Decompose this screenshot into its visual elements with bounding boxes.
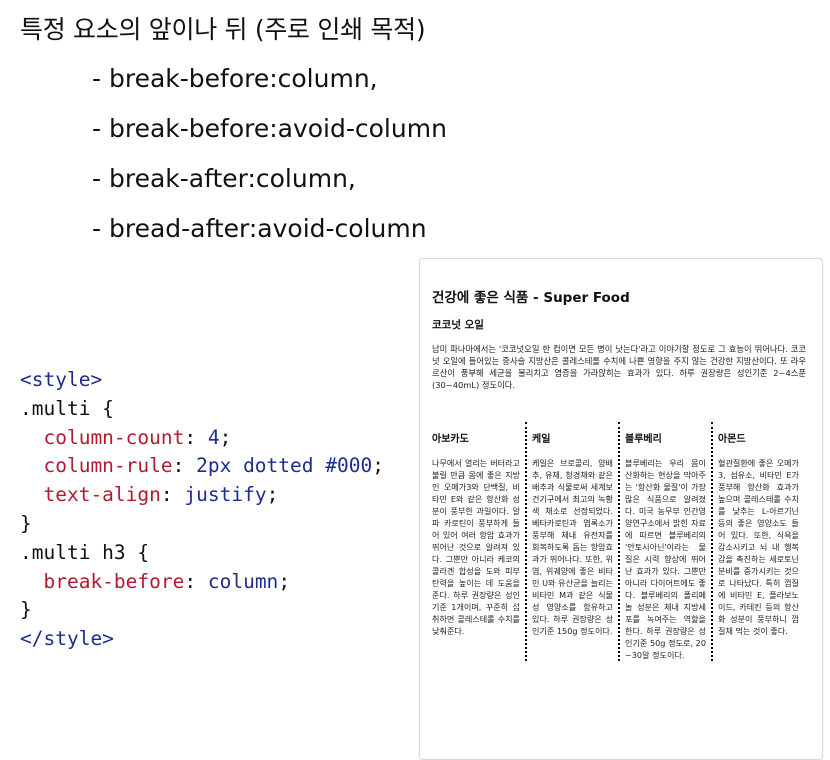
css-code-block: <style> .multi { column-count: 4; column… bbox=[20, 368, 384, 651]
demo-section-title: 코코넛 오일 bbox=[432, 319, 484, 331]
multi-h3-selector: .multi h3 { bbox=[20, 540, 150, 564]
column-text: 블루베리는 우리 몸이 산화하는 현상을 막아주는 '항산화 물질'이 가장 많… bbox=[625, 458, 706, 660]
browser-preview-panel: 건강에 좋은 식품 - Super Food 코코넛 오일 남미 파나마에서는 … bbox=[419, 258, 823, 760]
column-text: 케일은 브로콜리, 양배추, 유채, 청경채와 같은 배추과 식물로써 세계보건… bbox=[532, 458, 613, 636]
code-property: column-count bbox=[43, 425, 185, 449]
code-value: 2px dotted #000 bbox=[196, 454, 373, 478]
style-open-tag: <style> bbox=[20, 368, 103, 391]
column: 블루베리 블루베리는 우리 몸이 산화하는 현상을 막아주는 '항산화 물질'이… bbox=[618, 422, 711, 661]
column-heading: 케일 bbox=[532, 434, 551, 445]
multi-column-container: 아보카도 나무에서 열리는 버터라고 불릴 만큼 몸에 좋은 지방인 오메가3와… bbox=[432, 422, 810, 661]
close-brace: } bbox=[20, 511, 32, 535]
column: 아몬드 혈관질환에 좋은 오메가3, 섬유소, 비타민 E가 풍부해 항산화 효… bbox=[711, 422, 804, 661]
code-value: column bbox=[207, 569, 279, 593]
code-value: 4 bbox=[207, 425, 220, 449]
slide-title: 특정 요소의 앞이나 뒤 (주로 인쇄 목적) bbox=[20, 15, 426, 44]
multi-selector: .multi { bbox=[20, 396, 114, 420]
code-value: justify bbox=[184, 483, 267, 507]
column: 아보카도 나무에서 열리는 버터라고 불릴 만큼 몸에 좋은 지방인 오메가3와… bbox=[432, 422, 525, 661]
column-heading: 아몬드 bbox=[718, 434, 746, 445]
close-brace: } bbox=[20, 598, 32, 622]
code-property: text-align bbox=[43, 483, 161, 507]
style-close-tag: </style> bbox=[20, 627, 114, 651]
demo-title: 건강에 좋은 식품 - Super Food bbox=[432, 290, 630, 306]
code-property: break-before bbox=[43, 569, 185, 593]
column: 케일 케일은 브로콜리, 양배추, 유채, 청경채와 같은 배추과 식물로써 세… bbox=[525, 422, 618, 661]
column-text: 혈관질환에 좋은 오메가3, 섬유소, 비타민 E가 풍부해 항산화 효과가 높… bbox=[718, 458, 799, 636]
bullet-item: - break-before:avoid-column bbox=[92, 114, 447, 143]
bullet-item: - bread-after:avoid-column bbox=[92, 214, 427, 243]
bullet-item: - break-after:column, bbox=[92, 164, 356, 193]
column-text: 나무에서 열리는 버터라고 불릴 만큼 몸에 좋은 지방인 오메가3와 단백질,… bbox=[432, 458, 520, 636]
column-heading: 블루베리 bbox=[625, 434, 662, 445]
demo-intro-paragraph: 남미 파나마에서는 '코코넛오일 한 컵이면 모든 병이 낫는다'라고 이야기할… bbox=[432, 344, 806, 390]
bullet-item: - break-before:column, bbox=[92, 64, 378, 93]
code-property: column-rule bbox=[43, 454, 173, 478]
bullet-list: - break-before:column, - break-before:av… bbox=[92, 60, 447, 260]
column-heading: 아보카도 bbox=[432, 434, 469, 445]
